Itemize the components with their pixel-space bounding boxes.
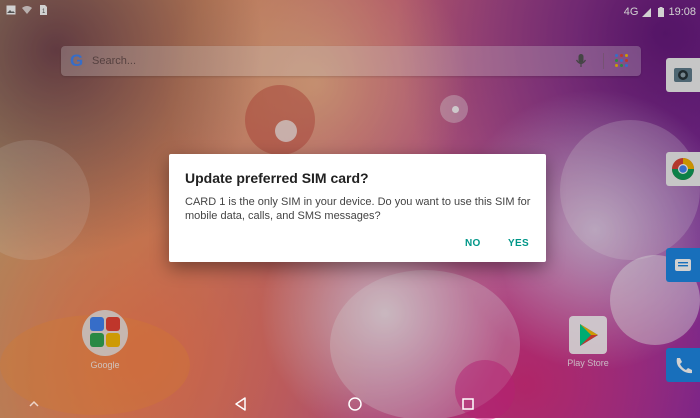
dialog-title: Update preferred SIM card? [185,170,369,186]
yes-button[interactable]: YES [508,238,529,249]
home-icon[interactable] [347,396,363,412]
dialog-message: CARD 1 is the only SIM in your device. D… [185,196,531,222]
navigation-bar [0,388,700,418]
recents-icon[interactable] [460,396,476,412]
back-icon[interactable] [233,396,249,412]
update-sim-dialog: Update preferred SIM card? CARD 1 is the… [169,154,546,262]
chevron-up-icon[interactable] [28,397,40,409]
no-button[interactable]: NO [465,238,481,249]
